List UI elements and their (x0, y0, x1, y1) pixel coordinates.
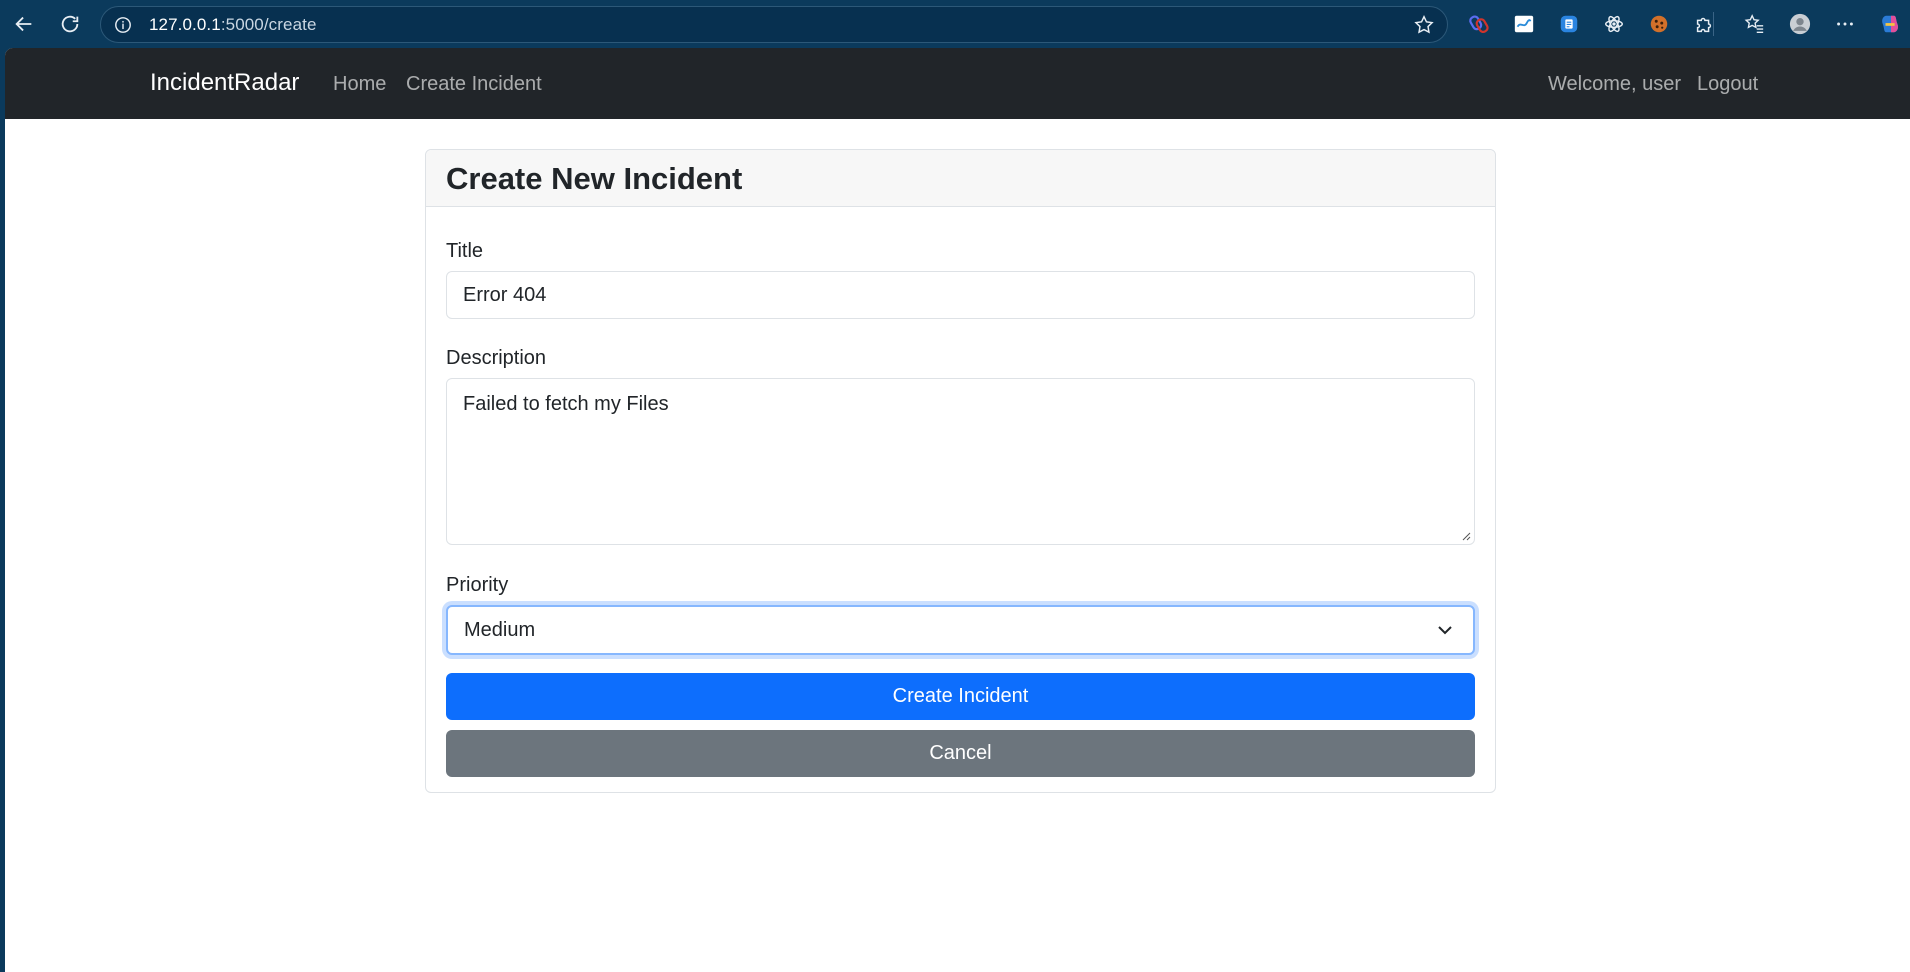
url-path: :5000/create (220, 14, 317, 34)
title-input[interactable]: Error 404 (446, 271, 1475, 319)
nav-link-home[interactable]: Home (333, 73, 386, 96)
site-navbar: IncidentRadar Home Create Incident Welco… (5, 48, 1910, 119)
nav-link-create-incident[interactable]: Create Incident (406, 73, 542, 96)
description-textarea-value: Failed to fetch my Files (463, 393, 669, 415)
description-textarea[interactable]: Failed to fetch my Files (446, 378, 1475, 545)
priority-label: Priority (446, 574, 509, 596)
toolbar-divider (1713, 12, 1714, 36)
chevron-down-icon (1438, 626, 1452, 635)
link-icon[interactable] (1464, 9, 1494, 39)
url-host: 127.0.0.1 (149, 14, 221, 34)
priority-select[interactable]: Medium (446, 605, 1475, 655)
address-bar[interactable]: 127.0.0.1:5000/create (100, 6, 1448, 43)
welcome-text: Welcome, user (1548, 73, 1682, 95)
description-label: Description (446, 347, 547, 369)
title-label: Title (446, 240, 484, 262)
create-incident-button[interactable]: Create Incident (446, 673, 1475, 720)
copilot-icon[interactable] (1876, 9, 1906, 39)
profile-avatar-icon[interactable] (1785, 9, 1815, 39)
brand-logo[interactable]: IncidentRadar (150, 69, 299, 97)
atom-icon[interactable] (1599, 9, 1629, 39)
logout-link[interactable]: Logout (1697, 73, 1758, 96)
back-button[interactable] (2, 2, 46, 46)
browser-toolbar: 127.0.0.1:5000/create (0, 0, 1910, 48)
priority-select-value: Medium (464, 619, 536, 641)
create-incident-card: Create New Incident Title Error 404 Desc… (425, 149, 1496, 793)
page-title: Create New Incident (446, 161, 743, 196)
page-viewport: IncidentRadar Home Create Incident Welco… (5, 48, 1910, 972)
arrow-left-icon (15, 16, 32, 32)
reload-icon (61, 15, 79, 33)
info-icon[interactable] (113, 15, 133, 35)
url-text: 127.0.0.1:5000/create (149, 15, 317, 35)
cancel-button[interactable]: Cancel (446, 730, 1475, 777)
more-options-icon[interactable] (1830, 9, 1860, 39)
favorites-icon[interactable] (1739, 9, 1769, 39)
resize-handle-icon[interactable] (1461, 531, 1471, 541)
card-header: Create New Incident (426, 150, 1495, 207)
favorite-star-icon[interactable] (1413, 14, 1435, 36)
puzzle-icon[interactable] (1689, 9, 1719, 39)
cookie-icon[interactable] (1644, 9, 1674, 39)
title-input-value: Error 404 (463, 284, 547, 306)
doc-icon[interactable] (1554, 9, 1584, 39)
swirl-icon[interactable] (1509, 9, 1539, 39)
reload-button[interactable] (48, 2, 92, 46)
